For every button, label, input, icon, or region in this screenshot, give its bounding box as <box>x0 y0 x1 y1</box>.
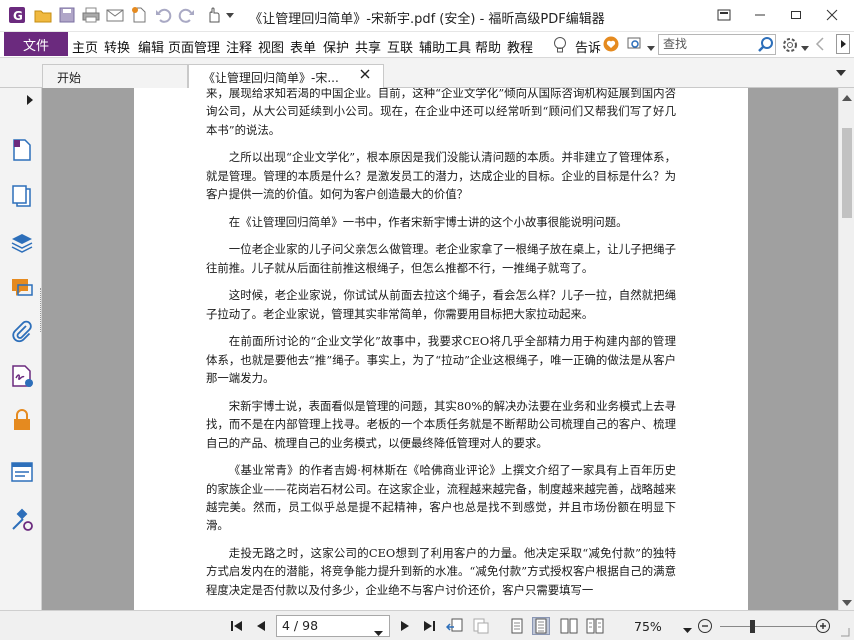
redo-icon[interactable] <box>178 6 196 24</box>
menu-convert[interactable]: 转换 <box>104 37 130 56</box>
tab-list-dropdown-icon[interactable] <box>836 66 848 78</box>
document-paragraph: 在《让管理回归简单》一书中，作者宋新宇博士讲的这个小故事很能说明问题。 <box>228 214 628 229</box>
scroll-up-icon[interactable] <box>842 91 852 105</box>
previous-page-icon[interactable] <box>252 617 270 635</box>
status-bar: 4 / 98 75% <box>0 610 854 640</box>
page-text: 来，展现给求知若渴的中国企业。目前，这种“企业文学化”倾向从国际咨询机构延展到国… <box>206 88 676 608</box>
scrollbar-thumb[interactable] <box>842 128 852 218</box>
copy-pages-icon[interactable] <box>10 184 34 208</box>
signature-icon[interactable] <box>10 364 34 388</box>
last-page-icon[interactable] <box>420 617 438 635</box>
single-page-view-icon[interactable] <box>508 617 526 635</box>
settings-dropdown-icon[interactable] <box>801 41 809 51</box>
new-document-icon[interactable] <box>130 6 148 24</box>
undo-icon[interactable] <box>154 6 172 24</box>
page-indicator: 4 / 98 <box>282 618 319 633</box>
zoom-dropdown-icon[interactable] <box>683 623 692 637</box>
ribbon-next-icon[interactable] <box>836 34 850 54</box>
email-icon[interactable] <box>106 6 124 24</box>
menu-connect[interactable]: 互联 <box>387 37 413 56</box>
page-dropdown-icon[interactable] <box>374 623 383 640</box>
next-view-icon[interactable] <box>472 617 490 635</box>
continuous-facing-view-icon[interactable] <box>586 617 604 635</box>
menu-edit[interactable]: 编辑 <box>138 37 164 56</box>
menu-home[interactable]: 主页 <box>72 37 98 56</box>
settings-gear-icon[interactable] <box>781 36 799 54</box>
menu-accessibility[interactable]: 辅助工具 <box>419 37 471 56</box>
menu-comment[interactable]: 注释 <box>226 37 252 56</box>
expand-panel-icon[interactable] <box>26 94 36 106</box>
tell-me-label[interactable]: 告诉 <box>575 37 601 56</box>
title-bar: G 《让管理回归简单》-宋新宇.pdf (安全) - 福昕高级PDF编辑器 <box>0 0 854 32</box>
document-viewport[interactable]: 来，展现给求知若渴的中国企业。目前，这种“企业文学化”倾向从国际咨询机构延展到国… <box>42 88 838 610</box>
file-menu-button[interactable]: 文件 <box>4 32 68 56</box>
document-paragraph: 《基业常青》的作者吉姆·柯林斯在《哈佛商业评论》上撰文介绍了一家具有上百年历史的… <box>206 463 676 533</box>
quick-access-dropdown-icon[interactable] <box>224 6 236 24</box>
lightbulb-icon[interactable] <box>553 36 569 54</box>
page-number-input[interactable]: 4 / 98 <box>276 615 390 637</box>
pdf-page[interactable]: 来，展现给求知若渴的中国企业。目前，这种“企业文学化”倾向从国际咨询机构延展到国… <box>134 88 748 610</box>
document-paragraph: 走投无路之时，这家公司的CEO想到了利用客户的力量。他决定采取“减免付款”的独特… <box>206 546 676 597</box>
tab-start[interactable]: 开始 <box>42 64 188 89</box>
attachments-icon[interactable] <box>10 320 34 344</box>
print-icon[interactable] <box>82 6 100 24</box>
document-paragraph: 在前面所讨论的“企业文学化”故事中，我要求CEO将几乎全部精力用于构建内部的管理… <box>206 334 676 386</box>
next-page-icon[interactable] <box>396 617 414 635</box>
pages-icon[interactable] <box>10 138 34 162</box>
facing-view-icon[interactable] <box>560 617 578 635</box>
svg-text:G: G <box>13 9 23 23</box>
document-paragraph: 来，展现给求知若渴的中国企业。目前，这种“企业文学化”倾向从国际咨询机构延展到国… <box>206 88 676 137</box>
menu-tutorial[interactable]: 教程 <box>507 37 533 56</box>
zoom-in-icon[interactable] <box>814 617 832 635</box>
close-tab-icon[interactable] <box>360 68 370 82</box>
ribbon-options-icon[interactable] <box>706 0 742 30</box>
vertical-scrollbar[interactable] <box>838 88 854 610</box>
menu-form[interactable]: 表单 <box>290 37 316 56</box>
continuous-view-icon[interactable] <box>532 617 550 635</box>
search-placeholder: 查找 <box>663 37 688 51</box>
zoom-slider-thumb[interactable] <box>750 620 755 633</box>
maximize-icon[interactable] <box>778 0 814 30</box>
document-paragraph: 这时候，老企业家说，你试试从前面去拉这个绳子，看会怎么样？儿子一拉，自然就把绳子… <box>206 288 676 321</box>
minimize-icon[interactable] <box>742 0 778 30</box>
zoom-level[interactable]: 75% <box>634 619 662 634</box>
resize-grip-icon[interactable] <box>838 625 850 640</box>
first-page-icon[interactable] <box>228 617 246 635</box>
close-window-icon[interactable] <box>814 0 850 30</box>
tab-document[interactable]: 《让管理回归简单》-宋... <box>188 64 384 89</box>
save-icon[interactable] <box>58 6 76 24</box>
menu-page-manage[interactable]: 页面管理 <box>168 37 220 56</box>
zoom-out-icon[interactable] <box>696 617 714 635</box>
security-icon[interactable] <box>10 408 34 432</box>
layers-icon[interactable] <box>10 230 34 254</box>
favorite-icon[interactable] <box>603 36 619 52</box>
form-fields-icon[interactable] <box>10 460 34 484</box>
menu-view[interactable]: 视图 <box>258 37 284 56</box>
hand-tool-icon[interactable] <box>204 6 222 24</box>
document-tab-bar: 开始 《让管理回归简单》-宋... <box>0 58 854 89</box>
document-paragraph: 之所以出现“企业文学化”，根本原因是我们没能认清问题的本质。并非建立了管理体系，… <box>206 150 676 202</box>
tab-document-label: 《让管理回归简单》-宋... <box>203 71 339 85</box>
document-paragraph: 宋新宇博士说，表面看似是管理的问题，其实80%的解决办法要在业务和业务模式上去寻… <box>206 398 676 450</box>
tools-icon[interactable] <box>10 508 34 532</box>
navigation-panel <box>0 88 42 610</box>
menu-help[interactable]: 帮助 <box>475 37 501 56</box>
menu-share[interactable]: 共享 <box>355 37 381 56</box>
search-options-dropdown-icon[interactable] <box>647 41 655 51</box>
zoom-slider-track[interactable] <box>720 626 816 627</box>
document-paragraph: 一位老企业家的儿子问父亲怎么做管理。老企业家拿了一根绳子放在桌上，让儿子把绳子往… <box>206 242 676 275</box>
pdf-editor-window: G 《让管理回归简单》-宋新宇.pdf (安全) - 福昕高级PDF编辑器 文件… <box>0 0 854 640</box>
previous-view-icon[interactable] <box>446 617 464 635</box>
scroll-down-icon[interactable] <box>842 596 852 610</box>
open-folder-icon[interactable] <box>34 6 52 24</box>
search-icon[interactable] <box>757 36 775 54</box>
ribbon-prev-icon[interactable] <box>815 37 827 51</box>
menu-bar: 文件 主页 转换 编辑 页面管理 注释 视图 表单 保护 共享 互联 辅助工具 … <box>0 32 854 58</box>
comments-icon[interactable] <box>10 276 34 300</box>
app-logo-icon: G <box>8 6 26 24</box>
tab-start-label: 开始 <box>57 71 82 85</box>
search-options-icon[interactable] <box>627 36 645 52</box>
menu-protect[interactable]: 保护 <box>323 37 349 56</box>
